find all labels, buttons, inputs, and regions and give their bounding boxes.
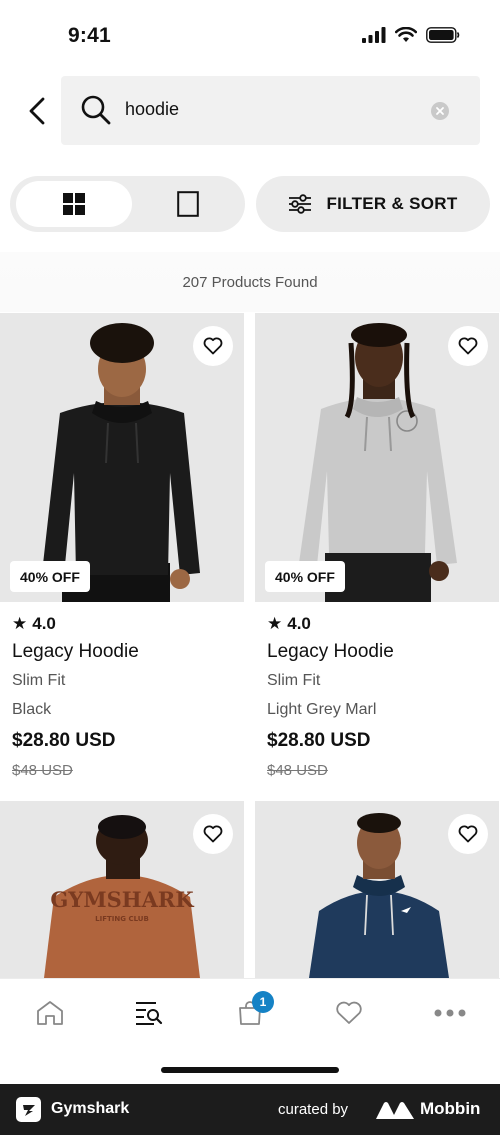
results-count: 207 Products Found	[0, 252, 500, 312]
wishlist-button[interactable]	[193, 326, 233, 366]
rating-value: 4.0	[32, 614, 56, 633]
heart-icon	[458, 337, 478, 355]
tab-home[interactable]	[20, 993, 80, 1033]
product-image[interactable]: 40% OFF	[0, 313, 244, 602]
product-card[interactable]: GYMSHARK LIFTING CLUB	[0, 801, 244, 978]
discount-badge: 40% OFF	[265, 561, 345, 592]
chevron-left-icon	[29, 97, 45, 125]
status-icons	[362, 27, 460, 43]
product-card[interactable]: 40% OFF ★ 4.0 Legacy Hoodie Slim Fit Bla…	[0, 313, 244, 779]
product-fit: Slim Fit	[12, 672, 66, 689]
tab-more[interactable]	[420, 993, 480, 1033]
back-print-subtext: LIFTING CLUB	[95, 915, 149, 923]
single-view-icon	[177, 191, 199, 217]
wishlist-button[interactable]	[448, 814, 488, 854]
product-card[interactable]: 40% OFF ★ 4.0 Legacy Hoodie Slim Fit Lig…	[255, 313, 499, 779]
product-fit: Slim Fit	[267, 672, 321, 689]
heart-icon	[203, 825, 223, 843]
battery-icon	[426, 27, 460, 43]
more-dots-icon	[434, 1009, 466, 1017]
home-indicator	[161, 1067, 339, 1073]
rating-value: 4.0	[287, 614, 311, 633]
signal-icon	[362, 27, 386, 43]
sliders-icon	[289, 194, 312, 214]
product-card[interactable]	[255, 801, 499, 978]
product-image[interactable]: 40% OFF	[255, 313, 499, 602]
product-original-price: $48 USD	[12, 762, 73, 779]
heart-icon	[458, 825, 478, 843]
status-bar: 9:41	[0, 0, 500, 72]
filter-sort-label: FILTER & SORT	[326, 194, 458, 213]
home-icon	[37, 1001, 63, 1025]
product-color: Light Grey Marl	[267, 701, 377, 718]
product-rating: ★ 4.0	[12, 614, 56, 634]
tab-cart[interactable]: 1	[220, 991, 280, 1033]
wishlist-button[interactable]	[448, 326, 488, 366]
filter-sort-button[interactable]: FILTER & SORT	[256, 176, 490, 232]
star-icon: ★	[267, 614, 283, 633]
tab-wishlist[interactable]	[319, 993, 379, 1033]
wishlist-button[interactable]	[193, 814, 233, 854]
controls-row: FILTER & SORT	[0, 176, 500, 232]
heart-icon	[203, 337, 223, 355]
product-image[interactable]: GYMSHARK LIFTING CLUB	[0, 801, 244, 978]
wifi-icon	[395, 27, 417, 42]
search-row: hoodie	[0, 76, 500, 146]
single-view-button[interactable]	[138, 181, 238, 227]
grid-view-button[interactable]	[16, 181, 132, 227]
product-color: Black	[12, 701, 52, 718]
search-icon	[81, 95, 111, 125]
grid-view-icon	[63, 193, 85, 215]
product-price: $28.80 USD	[12, 730, 116, 751]
view-toggle	[10, 176, 245, 232]
cart-count-badge: 1	[252, 991, 274, 1013]
search-list-icon	[136, 1002, 163, 1025]
heart-icon	[336, 1001, 362, 1024]
search-input[interactable]: hoodie	[125, 99, 415, 120]
star-icon: ★	[12, 614, 28, 633]
status-time: 9:41	[68, 24, 111, 47]
product-name: Legacy Hoodie	[267, 641, 394, 662]
search-bar[interactable]: hoodie	[61, 76, 480, 145]
product-name: Legacy Hoodie	[12, 641, 139, 662]
footer-banner: Gymshark curated by Mobbin	[0, 1084, 500, 1135]
footer-brand: Gymshark	[51, 1100, 130, 1117]
product-image[interactable]	[255, 801, 499, 978]
back-print-text: GYMSHARK	[50, 887, 194, 912]
clear-search-icon[interactable]	[431, 102, 449, 120]
footer-curated-by: curated by	[278, 1101, 349, 1118]
discount-badge: 40% OFF	[10, 561, 90, 592]
gymshark-logo-icon	[16, 1097, 41, 1122]
tab-search[interactable]	[119, 993, 179, 1033]
product-rating: ★ 4.0	[267, 614, 311, 634]
back-button[interactable]	[18, 90, 56, 132]
product-price: $28.80 USD	[267, 730, 371, 751]
footer-mobbin: Mobbin	[420, 1099, 481, 1118]
mobbin-logo-icon	[376, 1102, 414, 1119]
product-original-price: $48 USD	[267, 762, 328, 779]
